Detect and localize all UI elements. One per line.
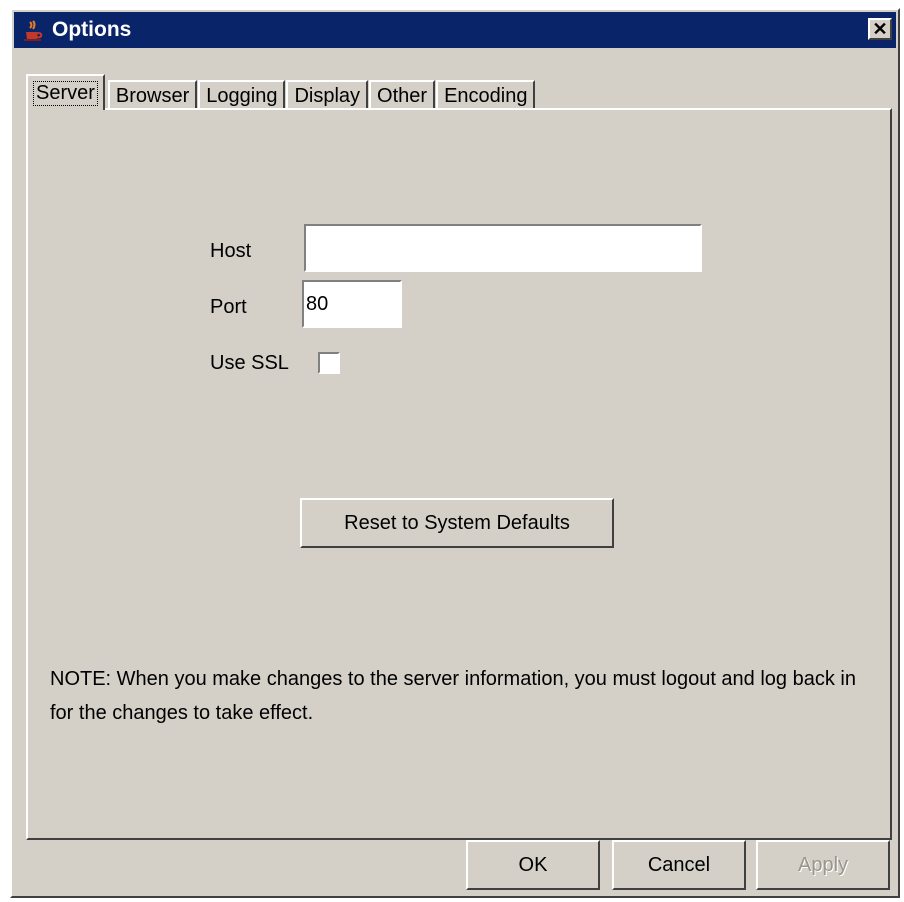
reset-defaults-button[interactable]: Reset to System Defaults [300,498,614,548]
java-cup-icon [22,18,46,42]
port-input[interactable] [302,280,402,328]
ok-label: OK [518,853,548,876]
cancel-label: Cancel [647,853,711,876]
window-title: Options [52,18,132,41]
tab-browser[interactable]: Browser [107,80,198,110]
tab-logging[interactable]: Logging [198,80,286,110]
cancel-button[interactable]: Cancel [612,840,746,890]
tab-label: Display [294,84,361,107]
tab-server[interactable]: Server [26,74,105,110]
close-icon: ✕ [872,19,888,39]
tab-label: Server [33,80,98,106]
use-ssl-checkbox[interactable] [318,352,340,374]
host-input[interactable] [304,224,702,272]
apply-label: Apply [797,853,849,876]
ok-button[interactable]: OK [466,840,600,890]
server-tab-panel: Host Port Use SSL Reset to System Defaul… [26,108,892,840]
use-ssl-label: Use SSL [210,352,289,374]
reset-defaults-label: Reset to System Defaults [344,511,570,534]
apply-button[interactable]: Apply [756,840,890,890]
host-label: Host [210,240,252,262]
tab-label: Other [377,84,428,107]
title-bar[interactable]: Options ✕ [14,12,896,48]
tab-display[interactable]: Display [286,80,369,110]
options-dialog: Options ✕ Server Browser Logging Display… [10,8,900,898]
port-label: Port [210,296,247,318]
server-note: NOTE: When you make changes to the serve… [50,668,856,724]
tab-label: Encoding [444,84,528,107]
close-button[interactable]: ✕ [868,18,892,40]
tab-other[interactable]: Other [369,80,436,110]
tab-encoding[interactable]: Encoding [436,80,536,110]
tab-label: Browser [115,84,190,107]
tab-label: Logging [206,84,278,107]
tab-strip: Server Browser Logging Display Other Enc… [26,74,536,110]
